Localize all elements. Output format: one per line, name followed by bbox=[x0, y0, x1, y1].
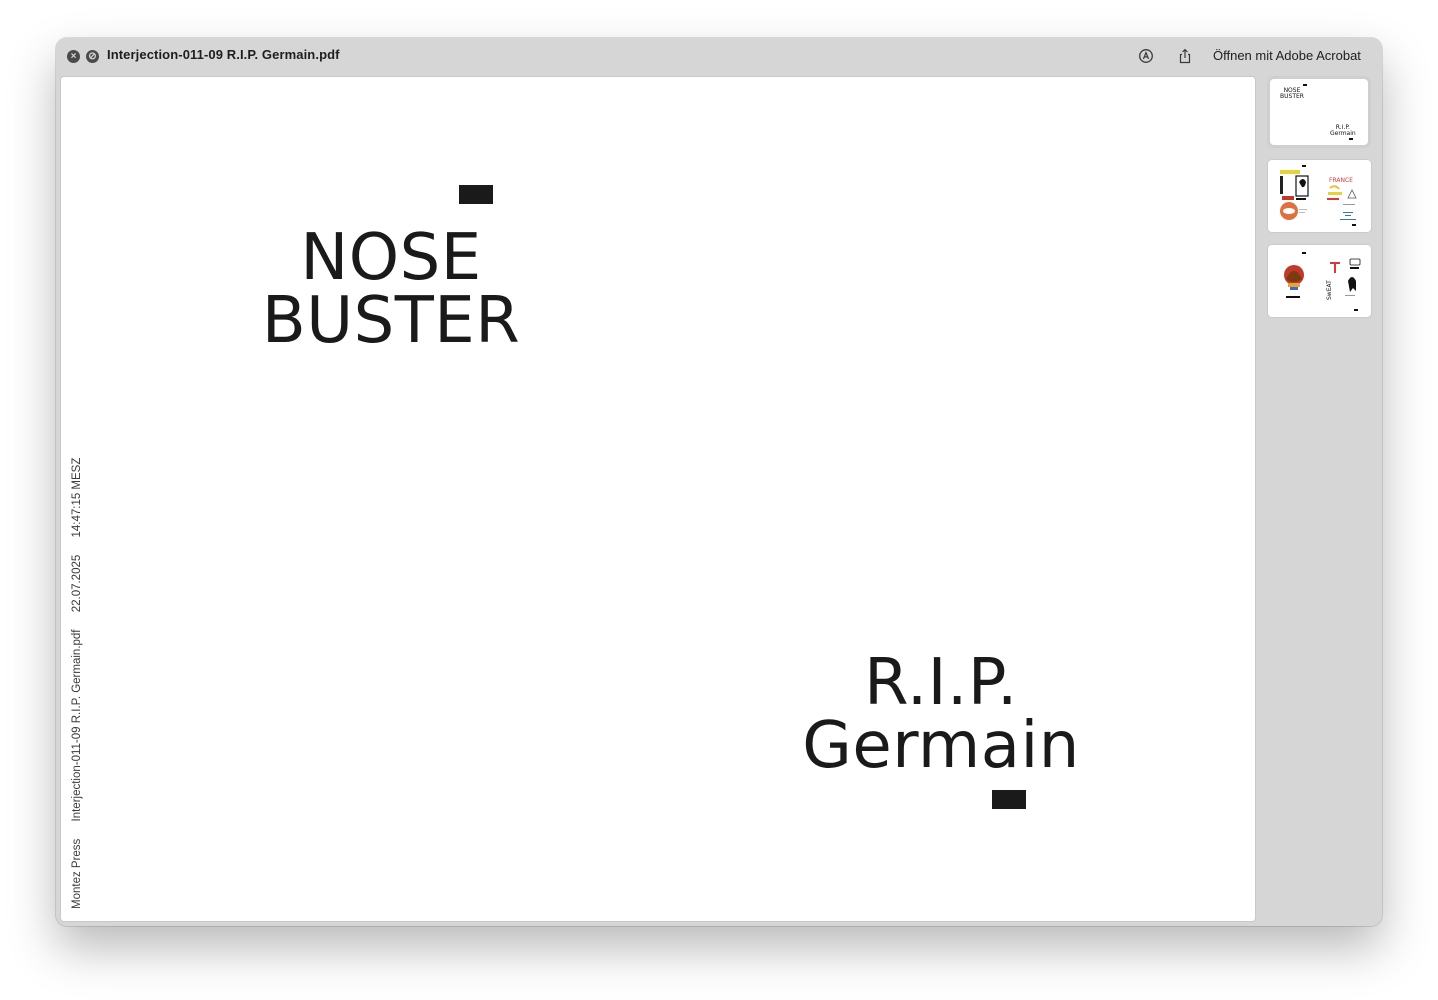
page-side-info: Montez Press Interjection-011-09 R.I.P. … bbox=[71, 444, 83, 909]
nose-buster-text: NOSE BUSTER bbox=[211, 221, 571, 358]
thumb-bar-bottom bbox=[1349, 138, 1353, 140]
pdf-page: NOSE BUSTER R.I.P. Germain Montez Press … bbox=[61, 77, 1255, 921]
svg-text:FRANCE: FRANCE bbox=[1329, 177, 1353, 184]
title-bar: × ⊘ Interjection-011-09 R.I.P. Germain.p… bbox=[56, 38, 1382, 75]
filename-label: Interjection-011-09 R.I.P. Germain.pdf bbox=[71, 629, 83, 822]
buster-line: BUSTER bbox=[261, 283, 521, 358]
preview-window: × ⊘ Interjection-011-09 R.I.P. Germain.p… bbox=[56, 38, 1382, 926]
window-title: Interjection-011-09 R.I.P. Germain.pdf bbox=[107, 47, 340, 62]
page-thumbnail-1[interactable]: NOSE BUSTER R.I.P. Germain bbox=[1270, 79, 1368, 145]
minimize-button[interactable]: ⊘ bbox=[86, 50, 99, 63]
thumbnail-3-artwork: SwEAT bbox=[1284, 252, 1361, 311]
page-thumbnail-2[interactable]: FRANCE bbox=[1268, 160, 1371, 232]
share-icon[interactable] bbox=[1177, 48, 1193, 64]
germain-line: Germain bbox=[802, 708, 1080, 783]
date-label: 22.07.2025 bbox=[71, 554, 83, 613]
thumb-nose-buster: NOSE BUSTER bbox=[1280, 88, 1304, 99]
svg-text:SwEAT: SwEAT bbox=[1326, 280, 1333, 300]
page-thumbnail-3[interactable]: SwEAT bbox=[1268, 245, 1371, 317]
nose-line: NOSE bbox=[300, 221, 482, 295]
open-with-acrobat-button[interactable]: Öffnen mit Adobe Acrobat bbox=[1208, 46, 1366, 66]
thumb-bar-top bbox=[1303, 84, 1307, 86]
thumb-line-buster: BUSTER bbox=[1280, 92, 1304, 100]
black-bar-bottom bbox=[992, 790, 1026, 809]
thumbnail-sidebar: NOSE BUSTER R.I.P. Germain FRANCE SwEAT bbox=[1259, 77, 1382, 926]
close-button[interactable]: × bbox=[67, 50, 80, 63]
time-label: 14:47:15 MESZ bbox=[71, 457, 83, 538]
thumb-line-germain: Germain bbox=[1330, 129, 1356, 137]
thumbnail-2-artwork: FRANCE bbox=[1280, 165, 1357, 226]
rip-line: R.I.P. bbox=[864, 646, 1018, 720]
publisher-label: Montez Press bbox=[71, 838, 83, 909]
markup-icon[interactable] bbox=[1138, 48, 1154, 64]
rip-germain-text: R.I.P. Germain bbox=[751, 646, 1131, 783]
black-bar-top bbox=[459, 185, 493, 204]
thumb-rip-germain: R.I.P. Germain bbox=[1330, 125, 1356, 136]
